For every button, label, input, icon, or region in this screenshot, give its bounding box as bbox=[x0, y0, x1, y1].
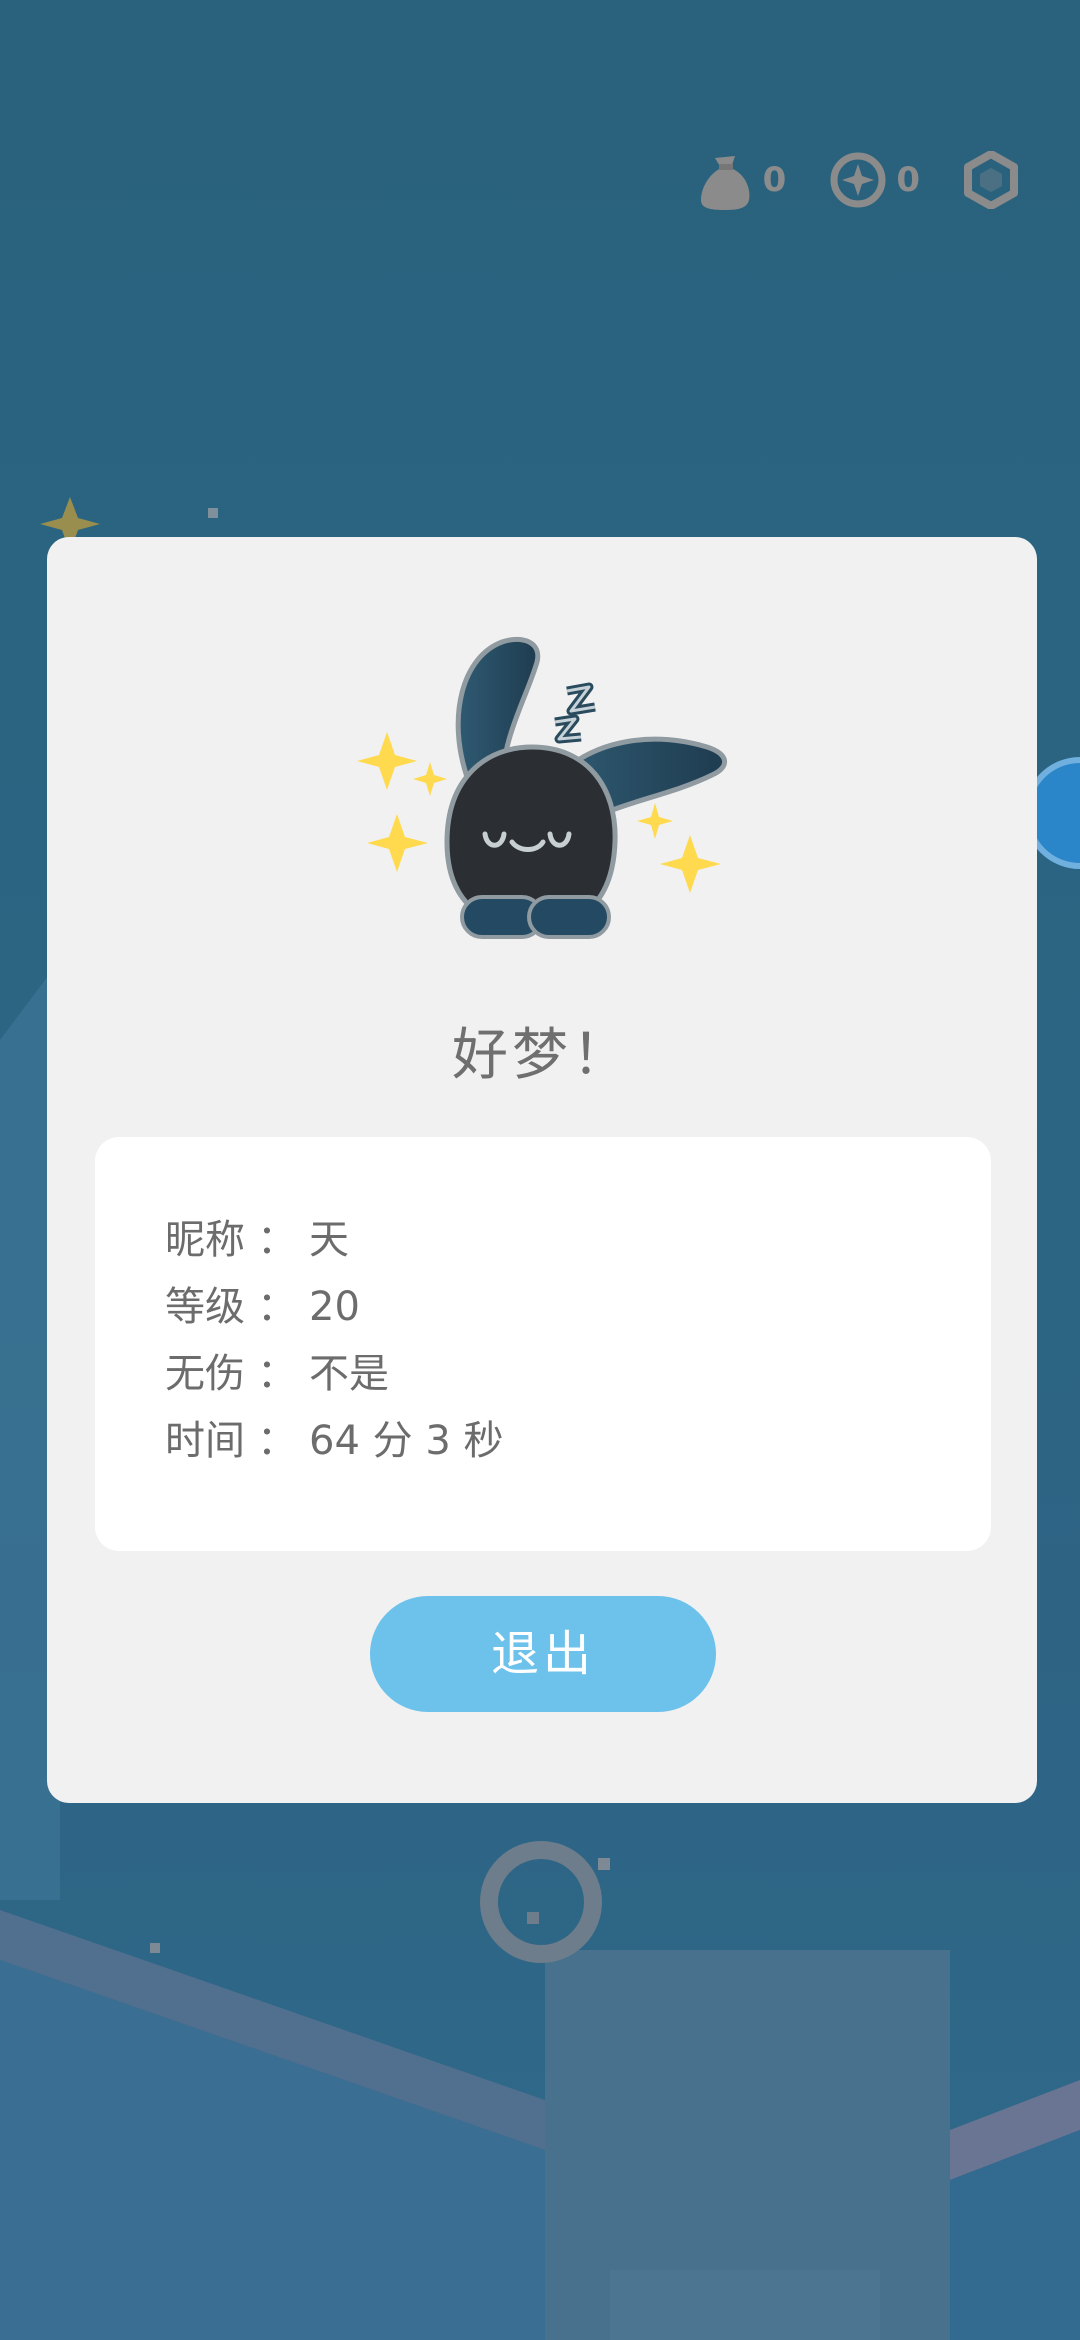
info-row-nickname: 昵称 ： 天 bbox=[165, 1207, 504, 1274]
bag-count: 0 bbox=[762, 160, 787, 200]
info-label: 等级 bbox=[165, 1284, 245, 1330]
mascot-illustration bbox=[357, 636, 727, 939]
money-bag-icon bbox=[700, 156, 750, 210]
settings-button[interactable] bbox=[964, 151, 1018, 209]
info-separator: ： bbox=[257, 1351, 297, 1397]
info-value: 20 bbox=[309, 1284, 360, 1330]
info-label: 无伤 bbox=[165, 1351, 245, 1397]
compass-counter: 0 bbox=[830, 152, 920, 208]
game-screen: 0 0 好梦！ 昵称 ： 天 等级 ： 20 无伤 ： 不是 时间 ： 64 分… bbox=[0, 0, 1080, 2340]
info-value: 不是 bbox=[309, 1351, 389, 1397]
result-dialog: 好梦！ 昵称 ： 天 等级 ： 20 无伤 ： 不是 时间 ： 64 分 3 秒 退出 bbox=[47, 537, 1037, 1803]
info-separator: ： bbox=[257, 1217, 297, 1263]
dialog-title: 好梦！ bbox=[452, 1023, 632, 1088]
top-hud: 0 0 bbox=[697, 150, 1018, 210]
result-info-panel: 昵称 ： 天 等级 ： 20 无伤 ： 不是 时间 ： 64 分 3 秒 bbox=[95, 1137, 991, 1551]
exit-button[interactable]: 退出 bbox=[370, 1596, 716, 1712]
info-label: 昵称 bbox=[165, 1217, 245, 1263]
info-label: 时间 bbox=[165, 1418, 245, 1464]
info-row-no-damage: 无伤 ： 不是 bbox=[165, 1341, 504, 1408]
hexagon-settings-icon[interactable] bbox=[964, 151, 1018, 209]
sleeping-bunny-icon bbox=[297, 627, 787, 957]
compass-count: 0 bbox=[896, 160, 920, 200]
bag-counter: 0 bbox=[697, 150, 787, 210]
result-info-list: 昵称 ： 天 等级 ： 20 无伤 ： 不是 时间 ： 64 分 3 秒 bbox=[165, 1207, 504, 1475]
info-row-time: 时间 ： 64 分 3 秒 bbox=[165, 1408, 504, 1475]
info-separator: ： bbox=[257, 1284, 297, 1330]
info-separator: ： bbox=[257, 1418, 297, 1464]
compass-coin-icon bbox=[830, 152, 886, 208]
info-value: 天 bbox=[309, 1217, 349, 1263]
info-value: 64 分 3 秒 bbox=[309, 1418, 504, 1464]
info-row-level: 等级 ： 20 bbox=[165, 1274, 504, 1341]
